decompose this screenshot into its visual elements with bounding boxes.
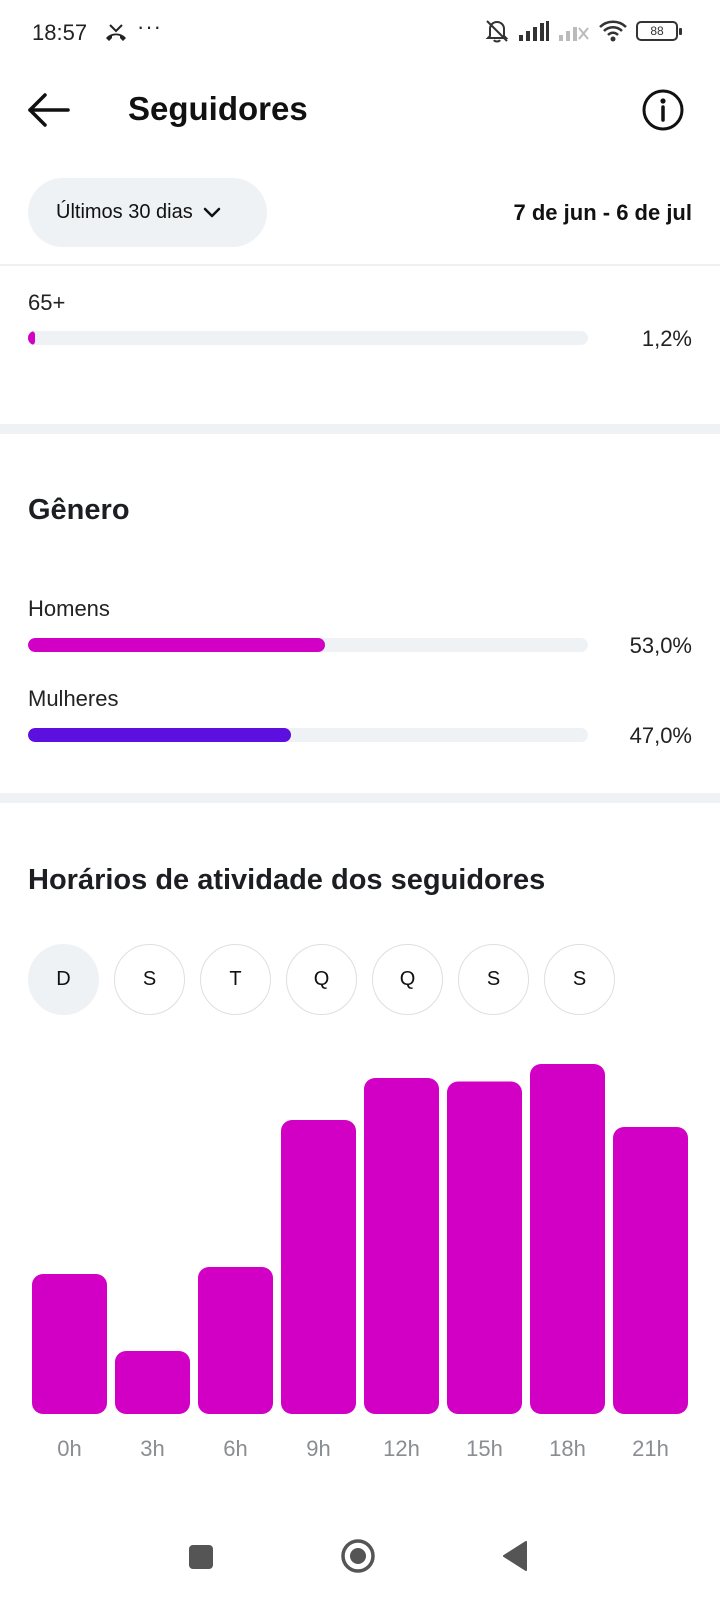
status-more-dots: ···	[137, 14, 162, 39]
chart-bar-12h	[364, 1078, 439, 1414]
gender-women-percent: 47,0%	[629, 723, 692, 748]
chart-bar-18h	[530, 1064, 605, 1414]
chart-x-tick-label: 3h	[140, 1436, 164, 1461]
gender-men-label: Homens	[28, 596, 110, 621]
section-divider	[0, 793, 720, 803]
chart-x-tick-label: 12h	[383, 1436, 420, 1461]
chevron-down-icon	[203, 207, 220, 217]
day-button-friday[interactable]: S	[458, 944, 529, 1015]
activity-chart-svg: 0h 3h 6h 9h 12h 15h 18h 21h	[32, 1064, 688, 1461]
chart-bar-15h	[447, 1081, 522, 1414]
section-divider	[0, 424, 720, 434]
back-nav-button[interactable]	[502, 1541, 528, 1571]
chart-x-tick-label: 6h	[223, 1436, 247, 1461]
app-header: Seguidores	[0, 72, 720, 152]
gender-men-percent: 53,0%	[629, 633, 692, 658]
gender-men-track	[28, 638, 588, 652]
chart-x-tick-label: 21h	[632, 1436, 669, 1461]
age-bar-label: 65+	[28, 290, 66, 315]
activity-section-title: Horários de atividade dos seguidores	[28, 864, 546, 896]
gender-women-fill	[28, 728, 292, 742]
home-button[interactable]	[340, 1538, 376, 1574]
page-title: Seguidores	[128, 90, 308, 127]
day-button-saturday[interactable]: S	[544, 944, 615, 1015]
age-bar-track	[28, 331, 588, 345]
day-selector: D S T Q Q S S	[28, 944, 615, 1015]
day-button-monday[interactable]: S	[114, 944, 185, 1015]
back-arrow-icon[interactable]	[26, 90, 72, 130]
gender-men-fill	[28, 638, 325, 652]
activity-bar-chart: 0h 3h 6h 9h 12h 15h 18h 21h	[28, 1040, 692, 1461]
age-bar-fill	[28, 331, 35, 345]
chart-bar-0h	[32, 1274, 107, 1414]
missed-call-icon	[106, 24, 126, 41]
chart-x-tick-label: 15h	[466, 1436, 503, 1461]
age-bar-percent: 1,2%	[641, 326, 692, 351]
status-bar: 18:57 ··· 88	[0, 0, 720, 66]
period-dropdown[interactable]: Últimos 30 dias	[28, 178, 267, 247]
day-button-wednesday[interactable]: Q	[286, 944, 357, 1015]
chart-bar-21h	[613, 1127, 688, 1414]
status-icons: 88	[484, 18, 682, 44]
gender-women-track	[28, 728, 588, 742]
gender-section-title: Gênero	[28, 494, 130, 526]
chart-x-tick-label: 18h	[549, 1436, 586, 1461]
battery-level: 88	[650, 24, 664, 38]
status-time: 18:57	[32, 20, 88, 45]
day-button-thursday[interactable]: Q	[372, 944, 443, 1015]
system-nav-bar	[0, 1520, 720, 1600]
day-button-tuesday[interactable]: T	[200, 944, 271, 1015]
battery-icon: 88	[636, 21, 682, 41]
day-button-sunday[interactable]: D	[28, 944, 99, 1015]
signal-icon	[519, 21, 549, 41]
chart-bar-3h	[115, 1351, 190, 1414]
period-label: Últimos 30 dias	[56, 201, 193, 223]
chart-bar-9h	[281, 1120, 356, 1414]
signal-no-service-icon	[559, 27, 589, 41]
silent-bell-icon	[485, 20, 509, 43]
recent-apps-button[interactable]	[188, 1544, 214, 1570]
chart-x-tick-label: 0h	[57, 1436, 81, 1461]
info-icon[interactable]	[640, 87, 686, 133]
gender-women-label: Mulheres	[28, 686, 119, 711]
chart-bar-6h	[198, 1267, 273, 1414]
date-range: 7 de jun - 6 de jul	[513, 200, 692, 225]
chart-x-tick-label: 9h	[306, 1436, 330, 1461]
wifi-icon	[599, 20, 627, 42]
header-divider	[0, 264, 720, 266]
